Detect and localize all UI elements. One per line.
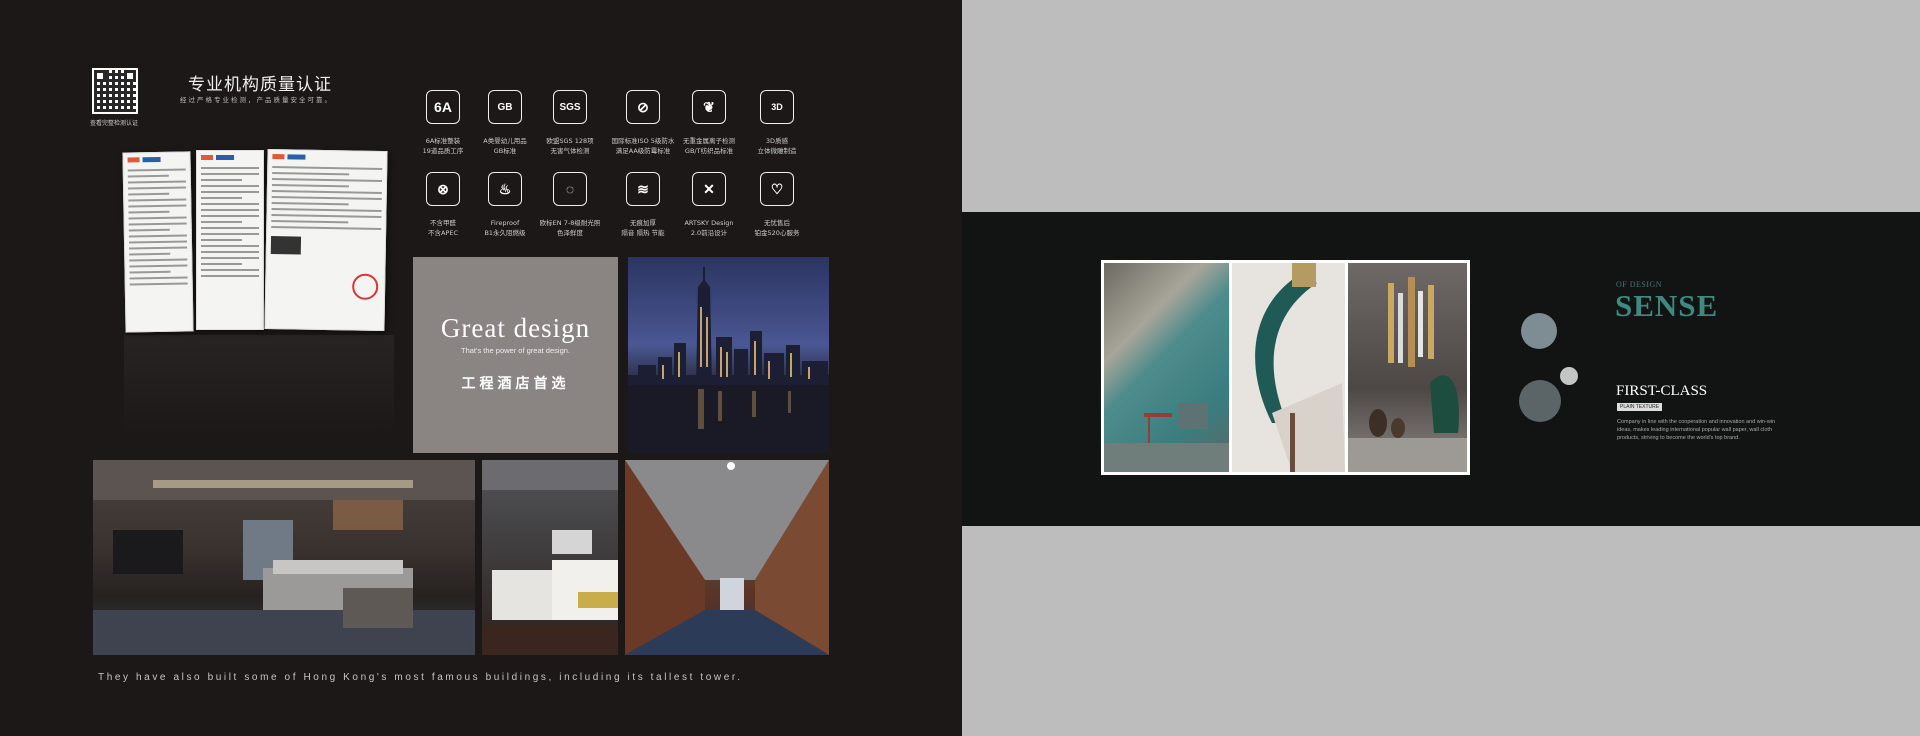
plain-texture-badge: PLAIN TEXTURE xyxy=(1617,403,1663,411)
great-design-sub: That's the power of great design. xyxy=(461,346,570,355)
tagline: They have also built some of Hong Kong's… xyxy=(98,672,743,683)
decorative-dot-dark xyxy=(1519,380,1561,422)
cert-subtitle: 经过严格专业检测，产品质量安全可靠。 xyxy=(180,96,333,104)
certificate-page-2 xyxy=(196,150,264,330)
3d-icon: 3D 3D质感 立体微雕制造 xyxy=(727,90,827,156)
interior-gallery xyxy=(1101,260,1470,475)
qr-caption: 查看完整检测认证 xyxy=(90,121,139,127)
cert-title: 专业机构质量认证 xyxy=(188,75,332,95)
great-design-panel: Great design That's the power of great d… xyxy=(413,257,618,453)
teal-room-photo xyxy=(1104,263,1229,472)
decor-wall-photo xyxy=(1348,263,1467,472)
heart-service-icon: ♡ 无忧售后 铂金520心服务 xyxy=(727,172,827,238)
sense-heading: SENSE xyxy=(1615,288,1719,323)
twin-bed-room-photo xyxy=(482,460,618,655)
company-description: Company in line with the cooperation and… xyxy=(1617,419,1776,441)
great-design-heading: Great design xyxy=(440,313,591,343)
decorative-dot-large xyxy=(1521,313,1557,349)
certificate-page-3 xyxy=(264,148,388,332)
hotel-corridor-photo xyxy=(625,460,829,655)
certificate-documents xyxy=(122,148,394,440)
certificate-page-1 xyxy=(122,151,194,333)
great-design-chinese: 工程酒店首选 xyxy=(461,376,570,392)
green-chair-photo xyxy=(1232,263,1345,472)
decorative-dot-small xyxy=(1560,367,1578,385)
hotel-room-photo xyxy=(93,460,475,655)
red-stamp-icon xyxy=(351,273,379,300)
qr-code-icon[interactable] xyxy=(92,68,138,114)
city-skyline-photo xyxy=(628,257,829,453)
first-class-heading: FIRST-CLASS xyxy=(1616,383,1708,399)
